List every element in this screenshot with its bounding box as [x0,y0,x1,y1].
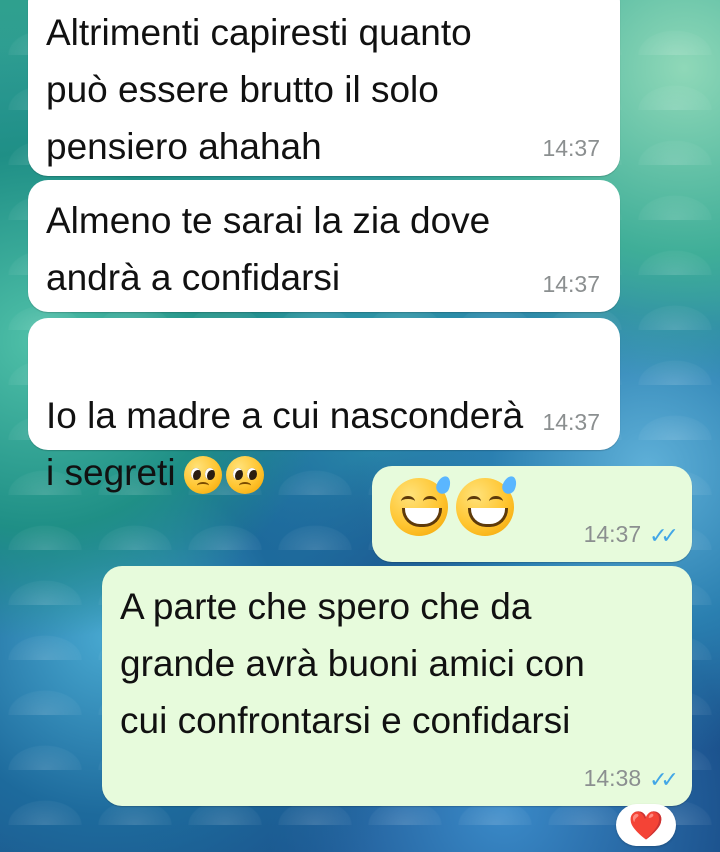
message-timestamp: 14:37 [542,271,600,297]
heart-reaction-icon[interactable]: ❤️ [616,804,676,846]
message-timestamp: 14:37 [542,409,600,435]
pleading-face-icon [183,456,222,495]
message-timestamp: 14:37 [542,135,600,161]
grinning-sweat-face-icon [456,474,519,536]
message-timestamp: 14:37 [583,521,642,547]
message-bubble-outgoing[interactable]: A parte che spero che da grande avrà buo… [102,566,692,806]
message-bubble-incoming[interactable]: Io la madre a cui nasconderà i segreti 1… [28,318,620,495]
message-meta: 14:37 ✓✓ [583,521,679,548]
grinning-sweat-emoji [390,474,519,536]
message-bubble-outgoing[interactable]: 14:37 ✓✓ [372,466,692,562]
message-meta: 14:38 ✓✓ [583,765,679,792]
message-text: Almeno te sarai la zia dove andrà a conf… [46,200,491,298]
double-check-icon: ✓✓ [649,523,679,548]
pleading-face-icon [225,456,264,495]
message-text: Altrimenti capiresti quanto può essere b… [46,12,472,167]
grinning-sweat-face-icon [390,474,453,536]
pleading-face-emoji [183,456,264,495]
message-bubble-incoming[interactable]: Almeno te sarai la zia dove andrà a conf… [28,180,620,312]
message-bubble-incoming[interactable]: Altrimenti capiresti quanto può essere b… [28,0,620,176]
chat-thread[interactable]: Altrimenti capiresti quanto può essere b… [0,0,720,852]
message-text: A parte che spero che da grande avrà buo… [120,586,585,741]
double-check-icon: ✓✓ [649,767,679,792]
message-timestamp: 14:38 [583,765,642,791]
